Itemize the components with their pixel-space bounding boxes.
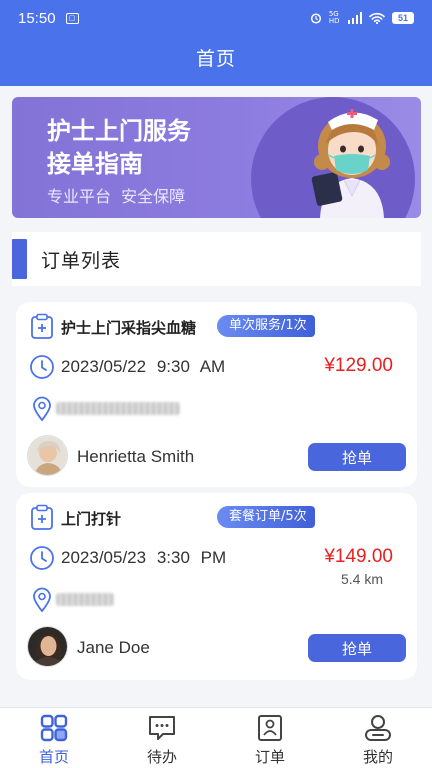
status-bar: 15:50 ▢ 5G HD 51 bbox=[0, 0, 432, 36]
location-pin-icon bbox=[33, 587, 51, 613]
service-name: 上门打针 bbox=[61, 510, 122, 528]
banner-title-line1: 护士上门服务 bbox=[47, 117, 191, 145]
appointment-date: 2023/05/22 bbox=[61, 357, 147, 376]
banner-title-line2: 接单指南 bbox=[47, 150, 143, 178]
patient-name: Henrietta Smith bbox=[77, 447, 195, 466]
app-header: 15:50 ▢ 5G HD 51 首页 bbox=[0, 0, 432, 86]
nav-item-orders[interactable]: 订单 bbox=[216, 708, 324, 768]
service-name: 护士上门采指尖血糖 bbox=[61, 319, 197, 337]
address-redacted bbox=[56, 402, 180, 415]
home-grid-icon bbox=[40, 714, 68, 742]
wifi-icon bbox=[369, 12, 385, 24]
order-document-icon bbox=[258, 715, 282, 741]
location-pin-icon bbox=[33, 396, 51, 422]
page-title: 首页 bbox=[195, 48, 236, 70]
grab-order-button[interactable]: 抢单 bbox=[308, 443, 406, 471]
appointment-datetime: 2023/05/22 9:30 AM bbox=[61, 357, 225, 377]
nav-label: 待办 bbox=[146, 748, 177, 766]
appointment-datetime: 2023/05/23 3:30 PM bbox=[61, 548, 226, 568]
profile-user-icon bbox=[365, 715, 391, 741]
todo-message-icon bbox=[149, 716, 175, 740]
appointment-time: 9:30 AM bbox=[156, 357, 226, 376]
nav-item-home[interactable]: 首页 bbox=[0, 708, 108, 768]
patient-name: Jane Doe bbox=[77, 638, 150, 657]
signal-icon bbox=[347, 12, 362, 24]
clock-icon bbox=[30, 546, 54, 570]
order-price: ¥149.00 bbox=[324, 546, 393, 567]
appointment-date: 2023/05/23 bbox=[61, 548, 147, 567]
clipboard-medical-icon bbox=[31, 313, 53, 339]
nurse-illustration bbox=[311, 109, 390, 218]
nav-label: 我的 bbox=[362, 748, 393, 766]
status-time: 15:50 bbox=[18, 9, 56, 27]
service-type-tag: 套餐订单/5次 bbox=[217, 506, 315, 528]
banner-title: 护士上门服务 接单指南 bbox=[47, 115, 247, 181]
order-card[interactable]: 护士上门采指尖血糖 单次服务/1次 2023/05/22 9:30 AM ¥12… bbox=[16, 302, 417, 487]
address-redacted bbox=[56, 593, 114, 606]
order-card[interactable]: 上门打针 套餐订单/5次 2023/05/23 3:30 PM ¥149.00 … bbox=[16, 493, 417, 680]
nav-label: 首页 bbox=[38, 748, 69, 766]
app-notification-icon: ▢ bbox=[65, 12, 79, 24]
nav-label: 订单 bbox=[254, 748, 285, 766]
order-list-header: 订单列表 bbox=[12, 232, 421, 286]
alarm-icon bbox=[310, 12, 322, 24]
nav-item-profile[interactable]: 我的 bbox=[324, 708, 432, 768]
clock-icon bbox=[30, 355, 54, 379]
order-list-title: 订单列表 bbox=[41, 249, 122, 272]
banner-subtitle: 专业平台 安全保障 bbox=[47, 187, 186, 206]
service-guide-banner[interactable]: 护士上门服务 接单指南 专业平台 安全保障 bbox=[12, 97, 421, 218]
order-price: ¥129.00 bbox=[324, 355, 393, 376]
clipboard-medical-icon bbox=[31, 504, 53, 530]
grab-order-button[interactable]: 抢单 bbox=[308, 634, 406, 662]
avatar bbox=[27, 435, 68, 476]
network-type-label: 5G HD bbox=[328, 10, 340, 25]
nav-item-todo[interactable]: 待办 bbox=[108, 708, 216, 768]
bottom-navigation: 首页 待办 订单 我的 bbox=[0, 707, 432, 768]
battery-indicator: 51 bbox=[392, 12, 414, 24]
distance-label: 5.4 km bbox=[340, 571, 383, 587]
service-type-tag: 单次服务/1次 bbox=[217, 315, 315, 337]
appointment-time: 3:30 PM bbox=[156, 548, 227, 567]
section-accent-bar bbox=[12, 239, 27, 279]
avatar bbox=[27, 626, 68, 667]
